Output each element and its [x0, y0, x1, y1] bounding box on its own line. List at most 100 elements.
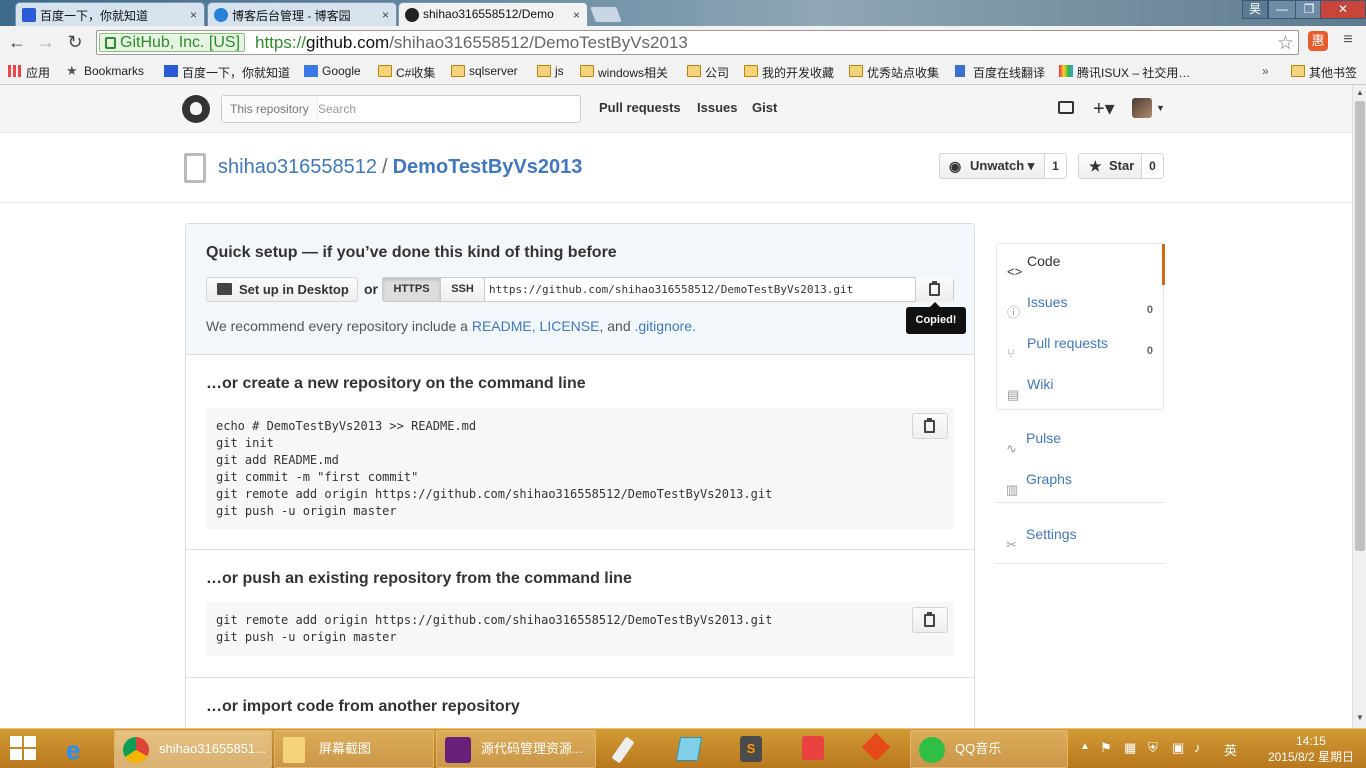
taskbar-notepad-button[interactable]	[660, 731, 718, 767]
taskbar-qqmusic-button[interactable]: QQ音乐	[910, 730, 1068, 768]
back-button[interactable]: ←	[6, 32, 28, 54]
watch-count[interactable]: 1	[1045, 153, 1067, 179]
sidebar-item-graphs[interactable]: ▥ Graphs	[996, 462, 1164, 503]
repo-owner-link[interactable]: shihao316558512	[218, 156, 377, 178]
scrollbar-thumb[interactable]	[1355, 101, 1365, 551]
bookmark-folder-csharp[interactable]: C#收集	[378, 64, 435, 81]
url-text[interactable]: https://github.com/shihao316558512/DemoT…	[255, 33, 688, 52]
search-input[interactable]	[318, 96, 568, 122]
create-new-menu[interactable]: +▾	[1093, 96, 1115, 121]
https-toggle[interactable]: HTTPS	[383, 278, 441, 301]
gitignore-link[interactable]: .gitignore	[635, 318, 693, 334]
bookmark-folder-other[interactable]: 其他书签	[1291, 64, 1357, 81]
sidebar-item-code[interactable]: <> Code	[997, 244, 1165, 285]
bookmark-folder-sites[interactable]: 优秀站点收集	[849, 64, 939, 81]
avatar[interactable]	[1132, 98, 1152, 118]
nav-gist[interactable]: Gist	[752, 100, 777, 115]
taskbar-vs-button[interactable]: 源代码管理资源...	[436, 730, 596, 768]
tab-github[interactable]: shihao316558512/Demo ×	[398, 2, 588, 27]
setup-in-desktop-button[interactable]: Set up in Desktop	[206, 277, 358, 302]
unwatch-button[interactable]: ◉ Unwatch ▾	[939, 153, 1045, 179]
star-count[interactable]: 0	[1142, 153, 1164, 179]
scroll-up-arrow-icon[interactable]: ▲	[1356, 88, 1364, 97]
display-icon[interactable]: ▣	[1172, 740, 1184, 756]
bookmark-folder-dev[interactable]: 我的开发收藏	[744, 64, 834, 81]
github-logo-icon[interactable]	[182, 95, 210, 123]
start-button[interactable]	[10, 736, 38, 762]
close-icon[interactable]: ×	[382, 8, 389, 22]
ssh-toggle[interactable]: SSH	[441, 278, 485, 301]
volume-icon[interactable]: ♪	[1194, 740, 1201, 755]
restore-button[interactable]: ❐	[1295, 0, 1323, 19]
bookmark-star-icon[interactable]: ☆	[1277, 32, 1294, 55]
recommend-text: We recommend every repository include a …	[206, 318, 696, 334]
close-icon[interactable]: ×	[190, 8, 197, 22]
git-pull-request-icon: ⑂	[1007, 346, 1015, 361]
close-icon[interactable]: ×	[573, 8, 580, 22]
network-icon[interactable]: ▦	[1124, 740, 1136, 756]
taskbar-explorer-button[interactable]: 屏幕截图	[274, 730, 434, 768]
bookmark-isux[interactable]: 腾讯ISUX – 社交用…	[1059, 64, 1190, 81]
create-repo-code[interactable]: echo # DemoTestByVs2013 >> README.md git…	[206, 408, 954, 529]
sidebar-item-wiki[interactable]: ▤ Wiki	[997, 367, 1165, 408]
bookmark-baidu-translate[interactable]: 百度在线翻译	[955, 64, 1045, 81]
bookmark-bookmarks[interactable]: ★ Bookmarks	[66, 63, 144, 78]
bookmark-folder-sqlserver[interactable]: sqlserver	[451, 64, 518, 78]
nav-pull-requests[interactable]: Pull requests	[599, 100, 681, 115]
copy-push-commands-button[interactable]	[912, 607, 948, 633]
nav-issues[interactable]: Issues	[697, 100, 737, 115]
minimize-button[interactable]: —	[1268, 0, 1296, 19]
reload-button[interactable]: ↻	[64, 32, 86, 54]
action-center-flag-icon[interactable]: ⚑	[1100, 740, 1112, 756]
push-existing-code[interactable]: git remote add origin https://github.com…	[206, 602, 954, 656]
forward-button[interactable]: →	[35, 32, 57, 54]
bookmark-label: C#收集	[396, 66, 436, 80]
ev-certificate-badge[interactable]: GitHub, Inc. [US]	[99, 33, 246, 52]
notifications-inbox-icon[interactable]	[1058, 101, 1074, 114]
bookmark-apps[interactable]: 应用	[8, 64, 50, 81]
security-icon[interactable]: ⛨	[1148, 740, 1158, 756]
chrome-menu-icon[interactable]: ≡	[1340, 32, 1356, 49]
sidebar-item-pull-requests[interactable]: ⑂ Pull requests 0	[997, 326, 1165, 367]
new-tab-button[interactable]	[588, 6, 624, 23]
readme-link[interactable]: README	[472, 318, 532, 334]
star-button[interactable]: ★ Star	[1078, 153, 1142, 179]
license-link[interactable]: LICENSE	[540, 318, 600, 334]
profile-button[interactable]: 昊	[1242, 0, 1268, 19]
copy-create-commands-button[interactable]	[912, 413, 948, 439]
repo-name-link[interactable]: DemoTestByVs2013	[393, 156, 583, 178]
page-scrollbar[interactable]: ▲ ▼	[1352, 85, 1366, 728]
bookmark-google[interactable]: Google	[304, 64, 361, 78]
bookmark-folder-windows[interactable]: windows相关	[580, 64, 668, 81]
clone-url-input[interactable]	[487, 278, 915, 301]
sidebar-item-label: Issues	[1027, 294, 1068, 310]
taskbar-ie-button[interactable]: e	[52, 731, 110, 767]
close-window-button[interactable]: ✕	[1320, 0, 1366, 19]
scroll-down-arrow-icon[interactable]: ▼	[1356, 713, 1364, 722]
bookmark-label: windows相关	[598, 66, 669, 80]
address-bar[interactable]: GitHub, Inc. [US] https://github.com/shi…	[96, 30, 1299, 55]
taskbar-editor-button[interactable]	[784, 731, 842, 767]
sidebar-item-pulse[interactable]: ∿ Pulse	[996, 421, 1164, 462]
copy-clone-url-button[interactable]	[915, 277, 953, 302]
taskbar-chrome-button[interactable]: shihao31655851...	[114, 730, 272, 768]
system-clock[interactable]: 14:15 2015/8/2 星期日	[1268, 733, 1354, 765]
sidebar-item-settings[interactable]: ✂ Settings	[996, 517, 1164, 558]
bookmark-folder-js[interactable]: js	[537, 64, 564, 78]
extension-icon[interactable]: 惠	[1308, 31, 1328, 51]
chevron-down-icon[interactable]: ▼	[1156, 103, 1165, 113]
create-repo-section: …or create a new repository on the comma…	[186, 355, 974, 550]
tab-baidu[interactable]: 百度一下，你就知道 ×	[15, 2, 205, 26]
bookmarks-overflow-button[interactable]: »	[1262, 64, 1269, 78]
bookmark-baidu[interactable]: 百度一下，你就知道	[164, 64, 290, 81]
ime-indicator[interactable]: 英	[1224, 740, 1237, 759]
tray-expand-icon[interactable]: ▲	[1080, 741, 1090, 752]
sidebar-item-issues[interactable]: ⓘ Issues 0	[997, 285, 1165, 326]
search-box[interactable]: This repository	[221, 95, 581, 123]
tab-cnblogs[interactable]: 博客后台管理 - 博客园 ×	[207, 2, 397, 26]
and-text: , and	[599, 318, 635, 334]
bookmark-folder-company[interactable]: 公司	[687, 64, 729, 81]
taskbar-sublime-button[interactable]: S	[722, 731, 780, 767]
taskbar-git-button[interactable]	[846, 731, 904, 767]
taskbar-paint-button[interactable]	[600, 731, 658, 767]
